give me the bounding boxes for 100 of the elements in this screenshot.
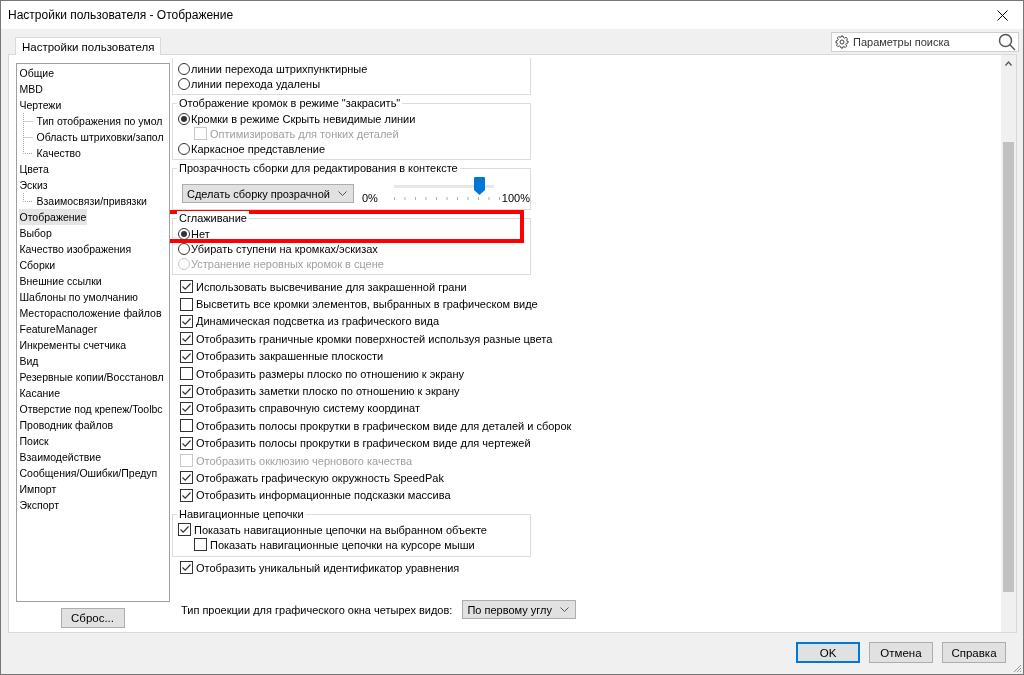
radio-label: Каркасное представление <box>191 142 326 155</box>
checkbox[interactable] <box>194 538 207 552</box>
tree-item[interactable]: Поиск <box>18 433 50 449</box>
scroll-thumb[interactable] <box>1003 142 1014 592</box>
projection-label: Тип проекции для графического окна четырех видов: <box>181 603 453 616</box>
checkbox[interactable] <box>180 367 193 381</box>
checkbox-label: Отобразить закрашенные плоскости <box>196 350 384 363</box>
tree-item[interactable]: Месторасположение файлов <box>18 305 163 321</box>
min-label: 0% <box>361 192 378 205</box>
tree-connector <box>22 193 33 202</box>
tab[interactable]: Настройки пользователя <box>15 37 162 55</box>
radio-label: Нет <box>191 227 210 240</box>
tree-item[interactable]: Выбор <box>18 225 53 241</box>
tree-item[interactable]: Сборки <box>18 257 57 273</box>
caret-icon <box>559 606 569 613</box>
search-icon[interactable] <box>998 33 1016 51</box>
caret-icon <box>337 190 347 197</box>
tree-item[interactable]: Качество <box>35 145 82 161</box>
radio-button[interactable] <box>178 142 190 155</box>
radio-label: линии перехода штрихпунктирные <box>191 62 368 75</box>
checkbox-label: Динамическая подсветка из графического вида <box>196 315 440 328</box>
checkbox[interactable] <box>180 419 193 433</box>
tree-item[interactable]: Общие <box>18 65 56 81</box>
gear-icon <box>835 35 849 49</box>
tree-item[interactable]: Чертежи <box>18 97 63 113</box>
tree-item[interactable]: Вид <box>18 353 40 369</box>
resize-grip-icon[interactable] <box>1012 663 1022 673</box>
checkbox[interactable] <box>180 436 193 450</box>
checkbox-label: Высветить все кромки элементов, выбранных в графическом виде <box>196 298 538 311</box>
checkbox-label: Отобразить размеры плоско по отношению к экрану <box>196 367 464 380</box>
checkbox[interactable] <box>180 297 193 311</box>
tree-item[interactable]: Сообщения/Ошибки/Предуп <box>18 465 159 481</box>
radio-button[interactable] <box>178 227 190 240</box>
tree-item[interactable]: Эскиз <box>18 177 49 193</box>
checkbox[interactable] <box>180 561 193 575</box>
checkbox-label: Показать навигационные цепочки на курсоре мыши <box>210 538 475 551</box>
checkbox[interactable] <box>180 384 193 398</box>
tree-item[interactable]: Проводник файлов <box>18 417 115 433</box>
max-label: 100% <box>501 192 530 205</box>
tree-item[interactable]: Взаимодействие <box>18 449 103 465</box>
tree-connector <box>22 113 33 129</box>
group-title: Прозрачность сборки для редактирования в контексте <box>177 161 460 176</box>
dialog-button[interactable]: OK <box>796 642 860 663</box>
checkbox-label: Использовать высвечивание для закрашенной грани <box>196 280 467 293</box>
dialog-button[interactable]: Отмена <box>869 642 933 663</box>
radio-button[interactable] <box>178 62 190 75</box>
group-title: Отображение кромок в режиме "закрасить" <box>177 96 403 111</box>
tree-item[interactable]: Отверстие под крепеж/Toolbc <box>18 401 164 417</box>
group-title: Навигационные цепочки <box>177 507 306 523</box>
checkbox[interactable] <box>180 401 193 415</box>
scrollbar[interactable] <box>1001 55 1016 632</box>
radio-button[interactable] <box>178 77 190 90</box>
tree-item[interactable]: Область штриховки/запол <box>35 129 165 145</box>
checkbox[interactable] <box>178 523 191 537</box>
radio-button[interactable] <box>178 112 190 125</box>
close-icon <box>996 9 1008 21</box>
window-title: Настройки пользователя - Отображение <box>8 8 234 22</box>
tree-item[interactable]: Внешние ссылки <box>18 273 103 289</box>
checkbox[interactable] <box>180 488 193 502</box>
tree-item[interactable]: MBD <box>18 81 44 97</box>
checkbox-label: Отобразить окклюзию чернового качества <box>196 454 413 467</box>
scroll-up-icon[interactable] <box>1005 61 1012 66</box>
checkbox-label: Оптимизировать для тонких деталей <box>210 127 399 140</box>
tree-item[interactable]: Импорт <box>18 481 58 497</box>
tree-item[interactable]: Инкременты счетчика <box>18 337 128 353</box>
search-field[interactable]: Параметры поиска <box>831 32 1019 52</box>
tree-item[interactable]: Взаимосвязи/привязки <box>35 193 148 209</box>
checkbox-label: Отобразить граничные кромки поверхностей используя разные цвета <box>196 332 553 345</box>
tree-item[interactable]: Отображение <box>18 209 88 225</box>
tree-item[interactable]: Экспорт <box>18 497 60 513</box>
checkbox[interactable] <box>180 280 193 294</box>
tree-item[interactable]: Шаблоны по умолчанию <box>18 289 139 305</box>
projection-dropdown[interactable]: По первому углу <box>462 600 576 620</box>
checkbox-label: Показать навигационные цепочки на выбранном объекте <box>194 523 487 536</box>
tree-item[interactable]: Касание <box>18 385 62 401</box>
tree-item[interactable]: Качество изображения <box>18 241 133 257</box>
checkbox[interactable] <box>180 349 193 363</box>
checkbox-label: Отобразить заметки плоско по отношению к экрану <box>196 385 460 398</box>
slider-thumb[interactable] <box>473 177 485 195</box>
checkbox[interactable] <box>180 314 193 328</box>
radio-button[interactable] <box>178 242 190 255</box>
checkbox-label: Отображать графическую окружность SpeedPak <box>196 472 444 484</box>
radio-label: линии перехода удалены <box>191 77 321 90</box>
radio-label: Убирать ступени на кромках/эскизах <box>191 242 378 255</box>
reset-button[interactable]: Сброс... <box>60 608 125 628</box>
checkbox[interactable] <box>180 332 193 346</box>
checkbox-label: Отобразить справочную систему координат <box>196 402 420 415</box>
tree-item[interactable]: Резервные копии/Восстановл <box>18 369 165 385</box>
transparency-dropdown[interactable]: Сделать сборку прозрачной <box>182 184 354 203</box>
radio-label: Кромки в режиме Скрыть невидимые линии <box>191 112 416 125</box>
checkbox[interactable] <box>180 471 193 485</box>
checkbox-label: Отобразить информационные подсказки массива <box>196 489 451 502</box>
tree-item[interactable]: Цвета <box>18 161 50 177</box>
radio-label: Устранение неровных кромок в сцене <box>191 257 384 270</box>
tree-item[interactable]: Тип отображения по умол <box>35 113 164 129</box>
checkbox-label: Отобразить уникальный идентификатор уравнения <box>196 561 460 574</box>
checkbox-label: Отобразить полосы прокрутки в графическом виде для чертежей <box>196 437 531 450</box>
dialog-button[interactable]: Справка <box>942 642 1006 663</box>
checkbox-label: Отобразить полосы прокрутки в графическом виде для деталей и сборок <box>196 419 572 432</box>
tree-item[interactable]: FeatureManager <box>18 321 99 337</box>
